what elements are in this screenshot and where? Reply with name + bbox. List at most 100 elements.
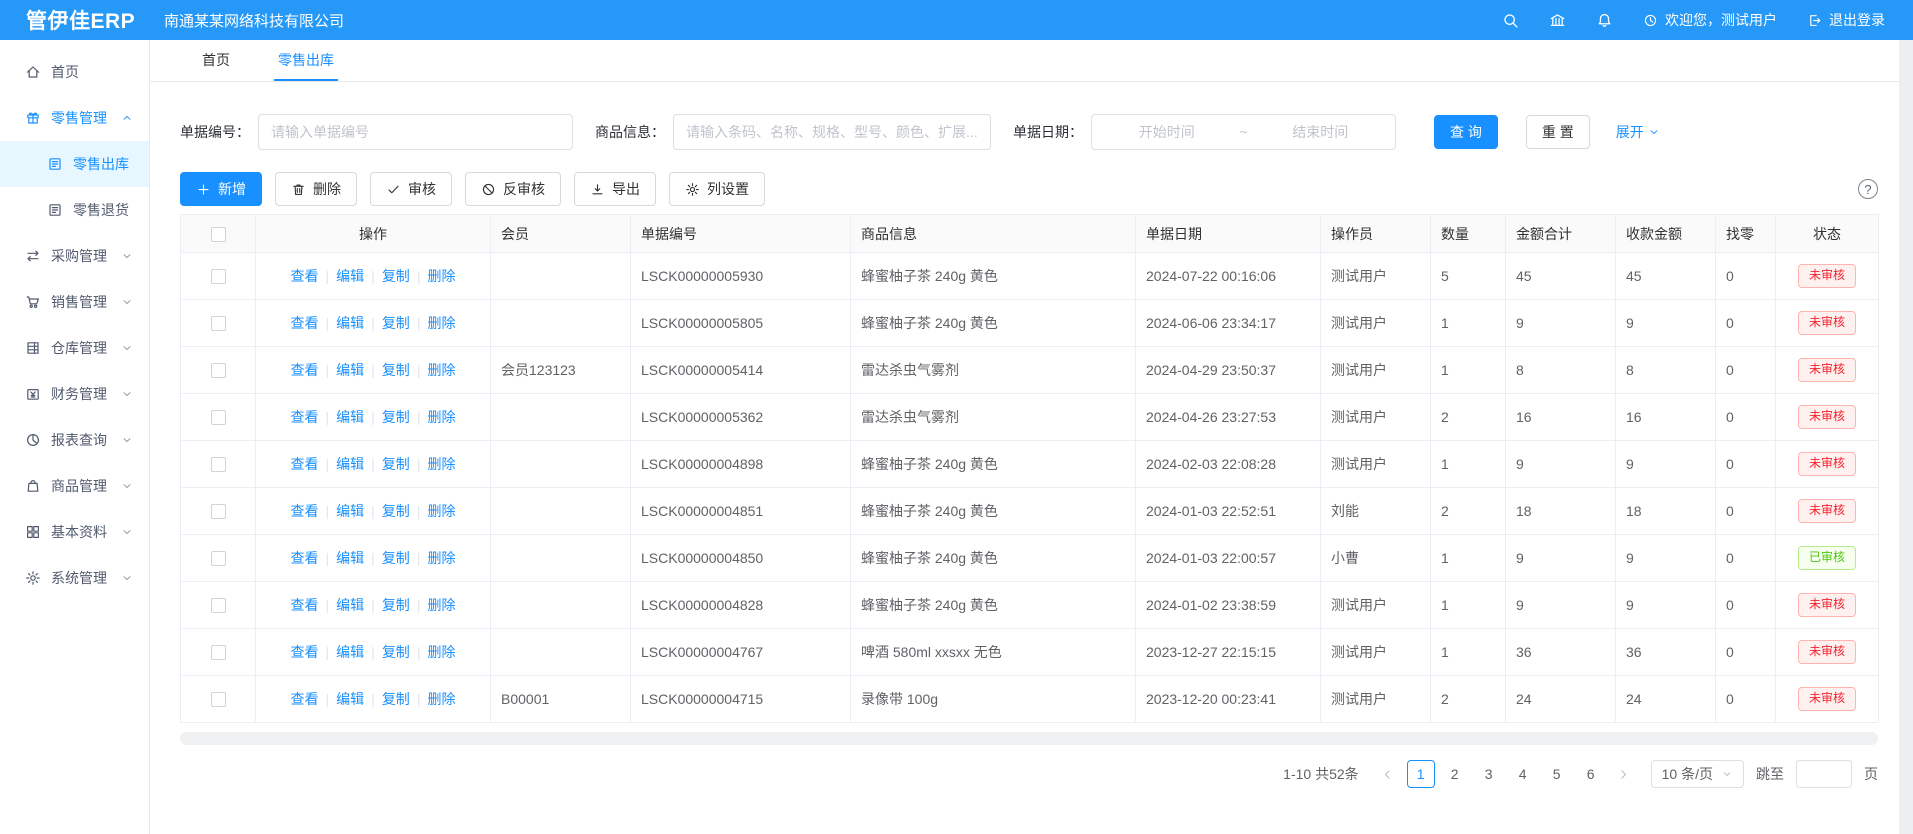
sidebar-item-system[interactable]: 系统管理 (0, 555, 149, 601)
row-checkbox[interactable] (211, 363, 226, 378)
bill-no-input[interactable] (258, 114, 573, 150)
row-action-copy[interactable]: 复制 (382, 360, 410, 380)
bank-icon[interactable] (1549, 12, 1566, 29)
row-checkbox[interactable] (211, 551, 226, 566)
row-action-delete[interactable]: 删除 (427, 313, 455, 333)
row-action-edit[interactable]: 编辑 (336, 313, 364, 333)
date-range-picker[interactable]: ~ (1091, 114, 1396, 150)
row-action-view[interactable]: 查看 (291, 501, 319, 521)
jump-page-input[interactable] (1796, 760, 1852, 788)
sidebar-item-purchase[interactable]: 采购管理 (0, 233, 149, 279)
bell-icon[interactable] (1596, 12, 1613, 29)
search-icon[interactable] (1502, 12, 1519, 29)
sidebar-item-home[interactable]: 首页 (0, 49, 149, 95)
tab-retail-outbound[interactable]: 零售出库 (274, 40, 338, 81)
sidebar-item-retail-return[interactable]: 零售退货 (0, 187, 149, 233)
sidebar-item-report[interactable]: 报表查询 (0, 417, 149, 463)
expand-link[interactable]: 展开 (1616, 122, 1660, 142)
row-action-view[interactable]: 查看 (291, 407, 319, 427)
select-all-checkbox[interactable] (211, 227, 226, 242)
horizontal-scrollbar[interactable] (180, 732, 1878, 745)
page-size-select[interactable]: 10 条/页 (1651, 760, 1744, 788)
row-action-copy[interactable]: 复制 (382, 642, 410, 662)
row-action-view[interactable]: 查看 (291, 548, 319, 568)
row-action-view[interactable]: 查看 (291, 454, 319, 474)
date-start-input[interactable] (1098, 124, 1235, 140)
row-action-copy[interactable]: 复制 (382, 501, 410, 521)
row-action-delete[interactable]: 删除 (427, 266, 455, 286)
row-checkbox[interactable] (211, 316, 226, 331)
row-action-edit[interactable]: 编辑 (336, 266, 364, 286)
welcome-user: 欢迎您，测试用户 (1643, 10, 1777, 30)
row-action-edit[interactable]: 编辑 (336, 454, 364, 474)
delete-button[interactable]: 删除 (275, 172, 357, 206)
row-checkbox[interactable] (211, 269, 226, 284)
row-action-copy[interactable]: 复制 (382, 595, 410, 615)
logout-button[interactable]: 退出登录 (1807, 10, 1885, 30)
row-checkbox[interactable] (211, 504, 226, 519)
sidebar-item-sales[interactable]: 销售管理 (0, 279, 149, 325)
column-settings-button[interactable]: 列设置 (669, 172, 765, 206)
row-action-edit[interactable]: 编辑 (336, 689, 364, 709)
row-checkbox[interactable] (211, 692, 226, 707)
row-action-delete[interactable]: 删除 (427, 642, 455, 662)
sidebar-item-basic[interactable]: 基本资料 (0, 509, 149, 555)
row-action-view[interactable]: 查看 (291, 689, 319, 709)
page-number-6[interactable]: 6 (1577, 760, 1605, 788)
product-input[interactable] (673, 114, 991, 150)
prev-page-button[interactable] (1375, 760, 1401, 788)
row-action-edit[interactable]: 编辑 (336, 407, 364, 427)
row-action-view[interactable]: 查看 (291, 595, 319, 615)
row-action-view[interactable]: 查看 (291, 313, 319, 333)
row-action-view[interactable]: 查看 (291, 266, 319, 286)
row-action-view[interactable]: 查看 (291, 360, 319, 380)
row-action-delete[interactable]: 删除 (427, 407, 455, 427)
sidebar-item-goods[interactable]: 商品管理 (0, 463, 149, 509)
row-action-edit[interactable]: 编辑 (336, 360, 364, 380)
page-number-2[interactable]: 2 (1441, 760, 1469, 788)
tab-home[interactable]: 首页 (198, 40, 234, 81)
row-checkbox[interactable] (211, 457, 226, 472)
vertical-scrollbar[interactable] (1899, 40, 1913, 834)
row-action-delete[interactable]: 删除 (427, 360, 455, 380)
search-button[interactable]: 查 询 (1434, 115, 1498, 149)
row-action-edit[interactable]: 编辑 (336, 501, 364, 521)
row-action-edit[interactable]: 编辑 (336, 595, 364, 615)
row-action-delete[interactable]: 删除 (427, 501, 455, 521)
sidebar-item-retail[interactable]: 零售管理 (0, 95, 149, 141)
row-action-copy[interactable]: 复制 (382, 266, 410, 286)
add-button[interactable]: 新增 (180, 172, 262, 206)
audit-button[interactable]: 审核 (370, 172, 452, 206)
row-action-copy[interactable]: 复制 (382, 548, 410, 568)
row-action-copy[interactable]: 复制 (382, 689, 410, 709)
row-action-edit[interactable]: 编辑 (336, 548, 364, 568)
sidebar-item-finance[interactable]: 财务管理 (0, 371, 149, 417)
row-action-view[interactable]: 查看 (291, 642, 319, 662)
row-action-delete[interactable]: 删除 (427, 454, 455, 474)
help-icon[interactable]: ? (1858, 179, 1878, 199)
date-end-input[interactable] (1252, 124, 1389, 140)
sidebar-item-retail-outbound[interactable]: 零售出库 (0, 141, 149, 187)
row-action-copy[interactable]: 复制 (382, 454, 410, 474)
cell-change: 0 (1716, 582, 1776, 629)
sidebar-item-warehouse[interactable]: 仓库管理 (0, 325, 149, 371)
row-action-delete[interactable]: 删除 (427, 689, 455, 709)
row-checkbox[interactable] (211, 410, 226, 425)
reset-button[interactable]: 重 置 (1526, 115, 1590, 149)
row-checkbox[interactable] (211, 645, 226, 660)
row-action-copy[interactable]: 复制 (382, 407, 410, 427)
sidebar-item-label: 报表查询 (51, 430, 107, 450)
row-action-edit[interactable]: 编辑 (336, 642, 364, 662)
cell-change: 0 (1716, 441, 1776, 488)
page-number-5[interactable]: 5 (1543, 760, 1571, 788)
page-number-3[interactable]: 3 (1475, 760, 1503, 788)
row-action-delete[interactable]: 删除 (427, 548, 455, 568)
next-page-button[interactable] (1611, 760, 1637, 788)
page-number-4[interactable]: 4 (1509, 760, 1537, 788)
unaudit-button[interactable]: 反审核 (465, 172, 561, 206)
page-number-1[interactable]: 1 (1407, 760, 1435, 788)
row-action-delete[interactable]: 删除 (427, 595, 455, 615)
row-action-copy[interactable]: 复制 (382, 313, 410, 333)
row-checkbox[interactable] (211, 598, 226, 613)
export-button[interactable]: 导出 (574, 172, 656, 206)
